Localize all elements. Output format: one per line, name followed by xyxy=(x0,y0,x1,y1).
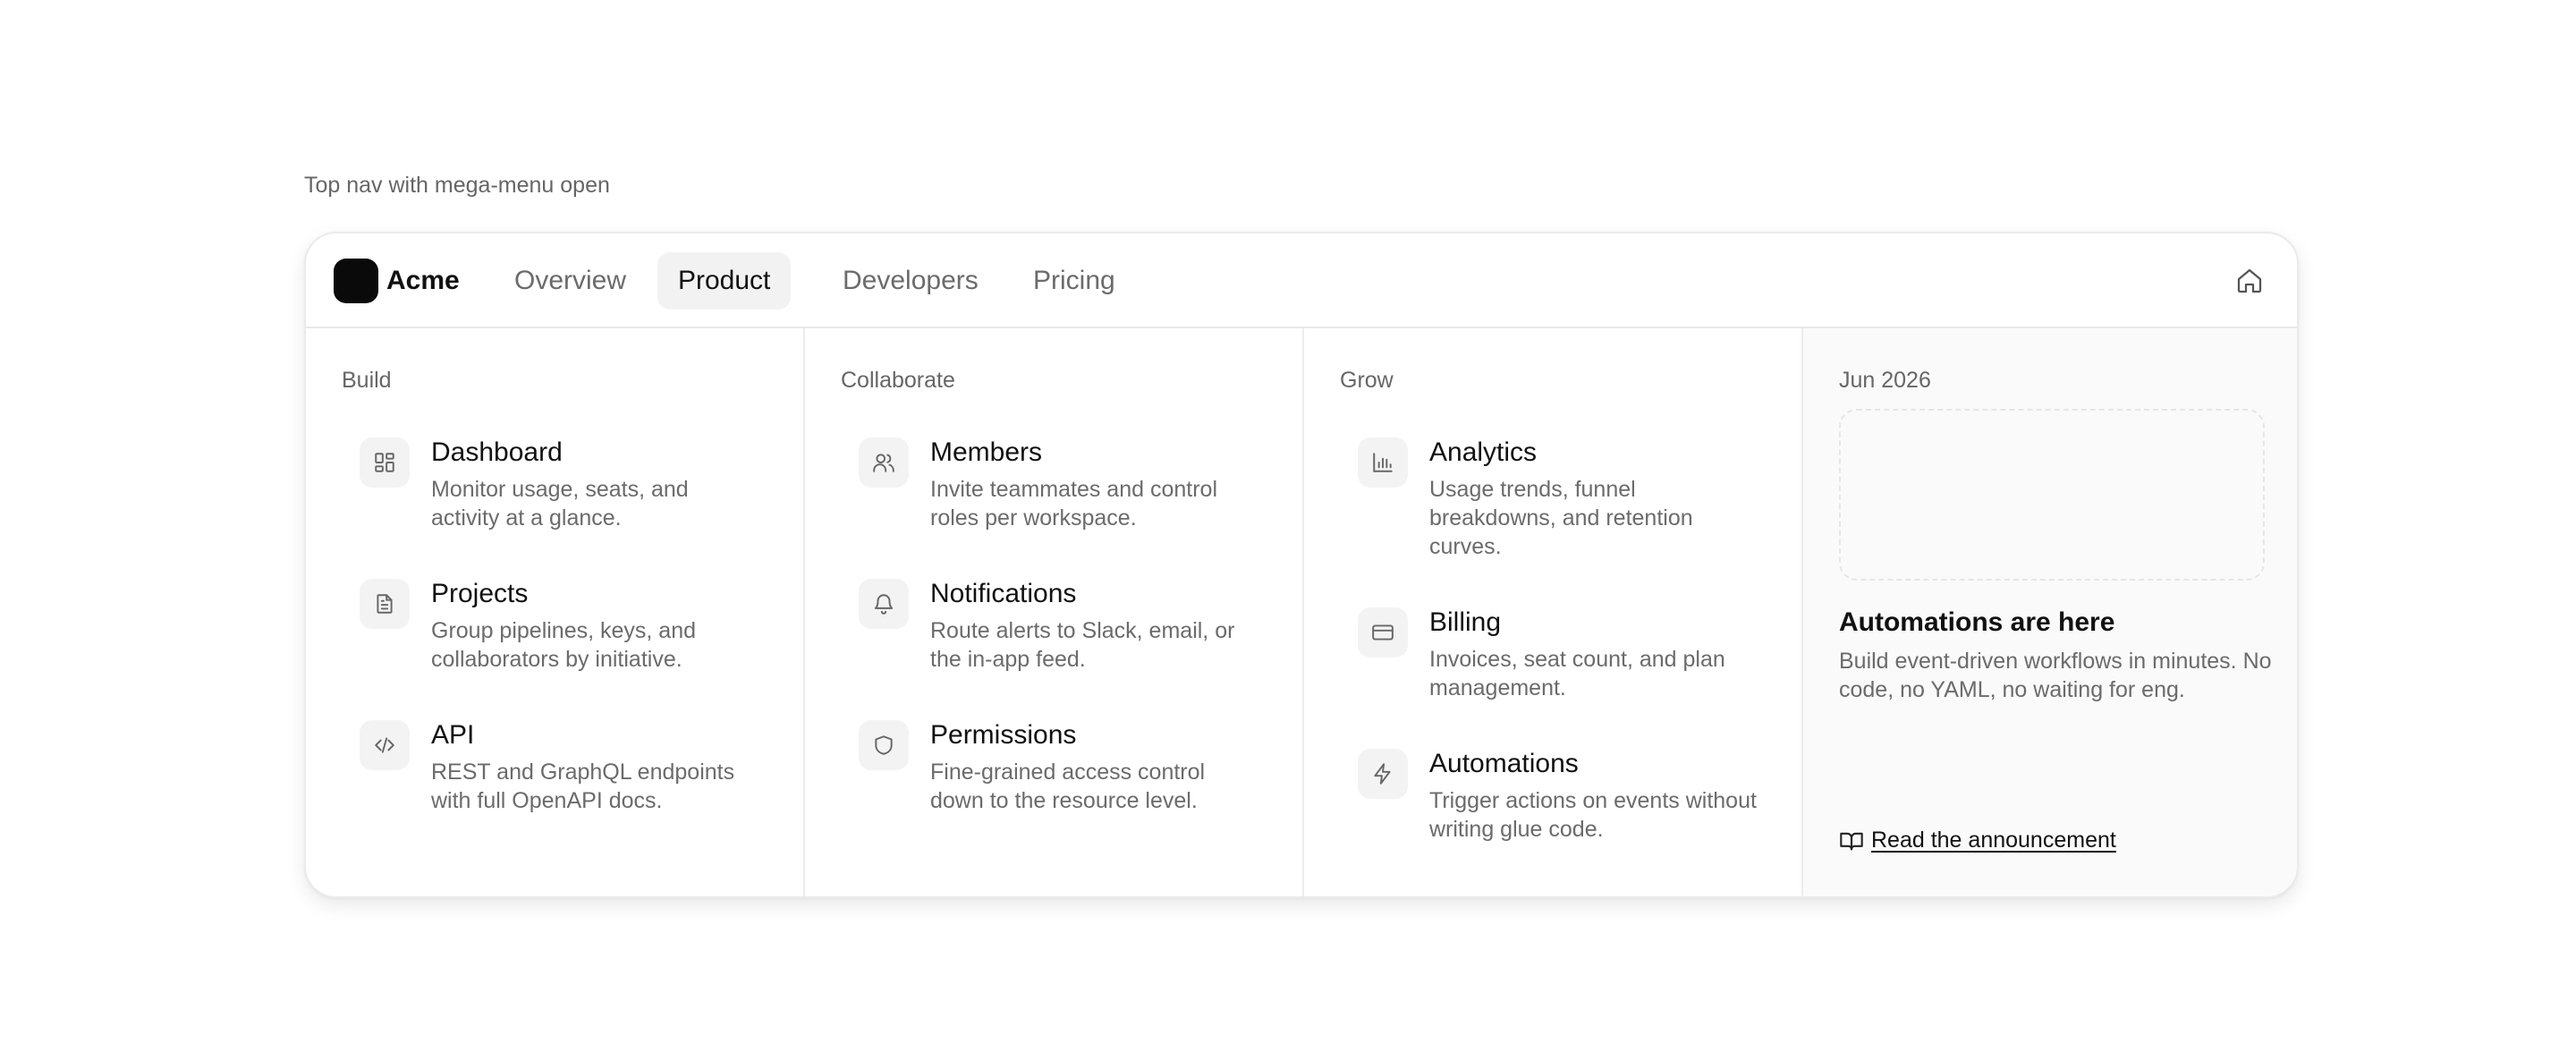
menu-item-description: REST and GraphQL endpoints with full Ope… xyxy=(431,760,735,813)
bar-chart-icon xyxy=(1358,437,1408,488)
menu-item-title: Analytics xyxy=(1429,437,1538,467)
shield-icon xyxy=(859,720,909,770)
menu-column-collaborate: Collaborate Members Invite teammates and… xyxy=(805,328,1304,896)
feature-date: Jun 2026 xyxy=(1839,368,1931,393)
menu-item-description: Route alerts to Slack, email, or the in-… xyxy=(930,618,1235,672)
book-icon xyxy=(1840,832,1863,850)
column-title: Grow xyxy=(1340,368,1394,393)
feature-media-placeholder xyxy=(1839,409,2265,581)
menu-item-description: Group pipelines, keys, and collaborators… xyxy=(431,618,697,672)
menu-item-title: Automations xyxy=(1429,749,1579,778)
feature-title: Automations are here xyxy=(1839,607,2115,637)
menu-feature-panel: Jun 2026 Automations are here Build even… xyxy=(1803,328,2297,896)
nav-item-developers[interactable]: Developers xyxy=(822,252,999,310)
bolt-icon xyxy=(1358,749,1408,799)
menu-item-description: Usage trends, funnel breakdowns, and ret… xyxy=(1429,477,1693,559)
menu-item-title: API xyxy=(431,720,475,750)
column-title: Build xyxy=(342,368,392,393)
dashboard-icon xyxy=(360,437,410,488)
section-caption: Top nav with mega-menu open xyxy=(304,173,610,198)
brand-name[interactable]: Acme xyxy=(386,266,460,296)
menu-item-title: Notifications xyxy=(930,579,1077,608)
top-nav: Acme Overview Product Developers Pricing xyxy=(306,233,2297,328)
nav-item-overview[interactable]: Overview xyxy=(494,252,647,310)
bell-icon xyxy=(859,579,909,629)
read-announcement-link[interactable]: Read the announcement xyxy=(1839,828,2116,853)
menu-item-description: Invite teammates and control roles per w… xyxy=(930,477,1217,530)
menu-item-description: Fine-grained access control down to the … xyxy=(930,760,1206,813)
menu-item-description: Trigger actions on events without writin… xyxy=(1429,788,1757,842)
brand-logo[interactable] xyxy=(334,259,378,303)
feature-description: Build event-driven workflows in minutes.… xyxy=(1839,649,2272,702)
menu-item-title: Dashboard xyxy=(431,437,563,467)
nav-item-pricing[interactable]: Pricing xyxy=(1013,252,1136,310)
menu-item-description: Invoices, seat count, and plan managemen… xyxy=(1429,647,1725,700)
home-icon xyxy=(2237,268,2262,293)
menu-column-build: Build Dashboard Monitor usage, seats, an… xyxy=(306,328,805,896)
menu-item-title: Permissions xyxy=(930,720,1077,750)
menu-item-title: Projects xyxy=(431,579,529,608)
home-button[interactable] xyxy=(2229,260,2270,301)
top-nav-card: Acme Overview Product Developers Pricing… xyxy=(304,232,2299,898)
read-announcement-label[interactable]: Read the announcement xyxy=(1871,828,2116,853)
menu-item-description: Monitor usage, seats, and activity at a … xyxy=(431,477,689,530)
column-title: Collaborate xyxy=(841,368,955,393)
file-icon xyxy=(360,579,410,629)
menu-item-title: Billing xyxy=(1429,607,1502,637)
code-icon xyxy=(360,720,410,770)
menu-item-title: Members xyxy=(930,437,1043,467)
nav-item-product[interactable]: Product xyxy=(657,252,792,310)
menu-column-grow: Grow Analytics Usage trends, funnel brea… xyxy=(1304,328,1803,896)
credit-card-icon xyxy=(1358,607,1408,658)
users-icon xyxy=(859,437,909,488)
